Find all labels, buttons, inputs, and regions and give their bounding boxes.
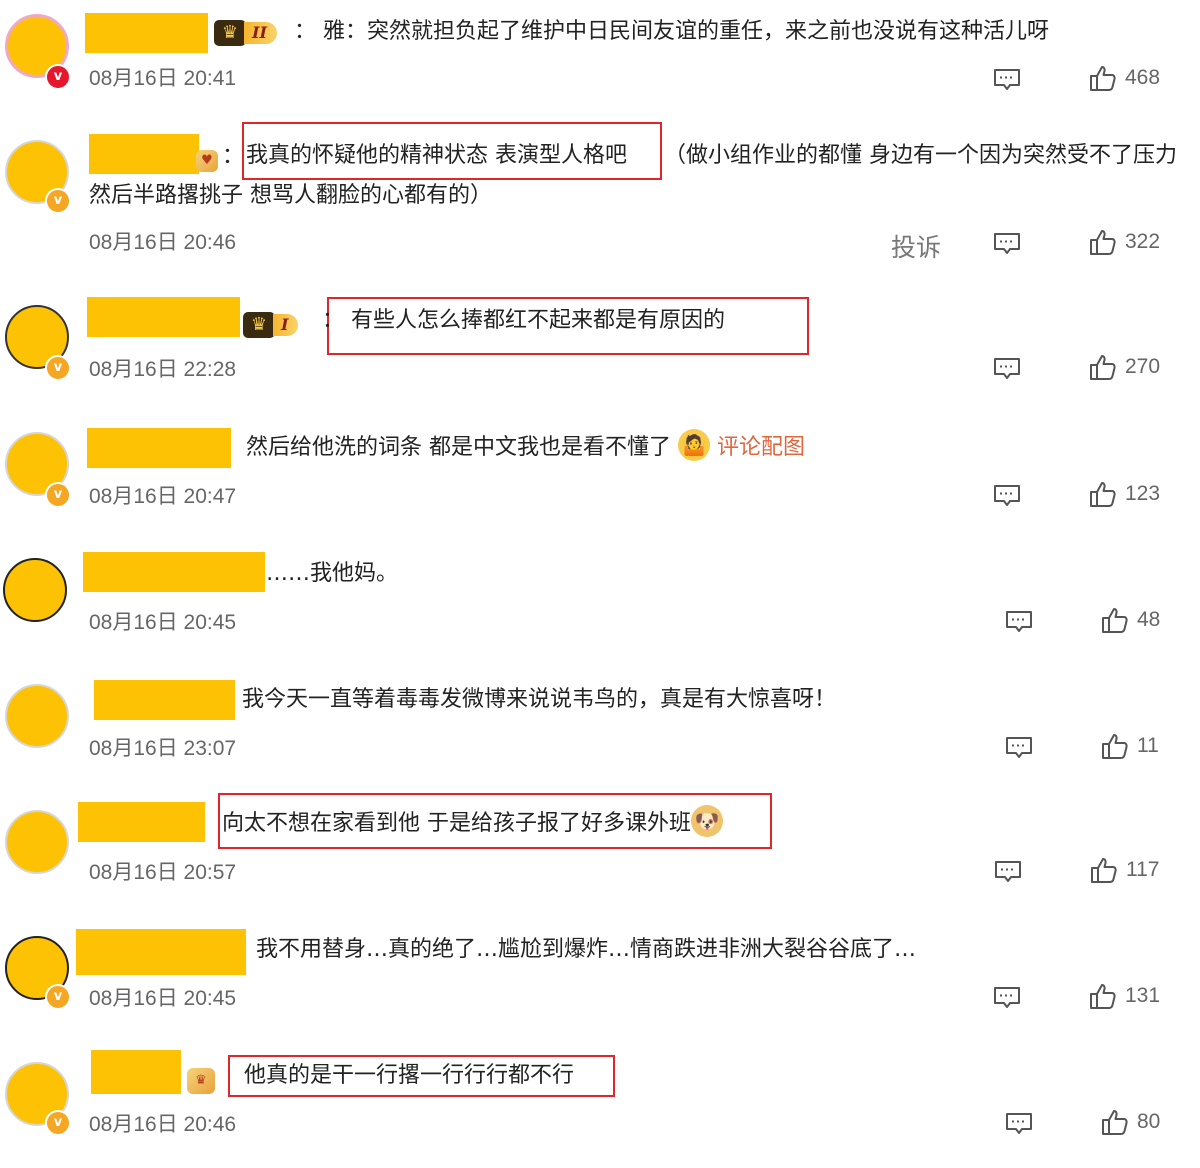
like-count: 270 — [1125, 355, 1161, 378]
timestamp: 08月16日 20:45 — [89, 987, 237, 1010]
thumbs-up-icon — [1089, 353, 1117, 381]
username-mask[interactable] — [87, 428, 231, 468]
rank-label: II — [244, 22, 277, 44]
username-mask[interactable] — [85, 13, 208, 53]
crown-icon: ♛ — [243, 312, 275, 338]
timestamp: 08月16日 22:28 — [89, 358, 237, 381]
report-link[interactable]: 投诉 — [891, 228, 941, 264]
like-button[interactable]: 117 — [1090, 856, 1159, 884]
crown-icon: ♛ — [214, 20, 246, 46]
thumbs-up-icon — [1090, 856, 1118, 884]
comment-text: 我不用替身…真的绝了…尴尬到爆炸…情商跌进非洲大裂谷谷底了… — [256, 937, 917, 962]
comment-item: v ♛ II ： 雅：突然就担负起了维护中日民间友谊的重任，来之前也没说有这种活… — [0, 0, 1200, 126]
thumbs-up-icon — [1089, 64, 1117, 92]
comment-bubble-icon[interactable] — [1005, 610, 1033, 634]
comment-bubble-icon[interactable] — [993, 232, 1021, 256]
verified-v-icon: v — [45, 188, 71, 214]
comment-item: v ♥ ： 我真的怀疑他的精神状态 表演型人格吧 （做小组作业的都懂 身边有一个… — [0, 120, 1200, 280]
thumbs-up-icon — [1089, 228, 1117, 256]
avatar[interactable] — [5, 810, 69, 874]
like-button[interactable]: 270 — [1089, 353, 1160, 381]
thumbs-up-icon — [1101, 606, 1129, 634]
comment-bubble-icon[interactable] — [1005, 1112, 1033, 1136]
username-mask[interactable] — [94, 680, 235, 720]
comment-body: 向太不想在家看到他 于是给孩子报了好多课外班 — [222, 811, 691, 836]
comment-text: ： 有些人怎么捧都红不起来都是有原因的 — [322, 308, 725, 333]
comment-text: 我今天一直等着毒毒发微博来说说韦鸟的，真是有大惊喜呀！ — [242, 687, 837, 712]
avatar[interactable] — [3, 558, 67, 622]
vip-rank-badge: ♛ II — [214, 18, 277, 48]
username-mask[interactable] — [91, 1050, 181, 1094]
comment-bubble-icon[interactable] — [993, 68, 1021, 92]
like-count: 48 — [1137, 608, 1161, 631]
thumbs-up-icon — [1101, 1108, 1129, 1136]
like-button[interactable]: 11 — [1101, 732, 1159, 760]
comment-text: ……我他妈。 — [266, 561, 399, 586]
avatar[interactable] — [5, 684, 69, 748]
like-count: 80 — [1137, 1110, 1161, 1133]
comment-bubble-icon[interactable] — [993, 484, 1021, 508]
comment-text: 他真的是干一行撂一行行行都不行 — [244, 1063, 575, 1088]
timestamp: 08月16日 20:46 — [89, 231, 237, 254]
like-button[interactable]: 48 — [1101, 606, 1160, 634]
comment-text: 然后给他洗的词条 都是中文我也是看不懂了 🤷 评论配图 — [246, 428, 805, 468]
thumbs-up-icon — [1089, 982, 1117, 1010]
comment-item: v 我不用替身…真的绝了…尴尬到爆炸…情商跌进非洲大裂谷谷底了… 08月16日 … — [0, 916, 1200, 1042]
comment-item: 我今天一直等着毒毒发微博来说说韦鸟的，真是有大惊喜呀！ 08月16日 23:07… — [0, 664, 1200, 790]
comment-body: 然后给他洗的词条 都是中文我也是看不懂了 — [246, 435, 671, 460]
verified-v-icon: v — [45, 482, 71, 508]
like-count: 468 — [1125, 66, 1161, 89]
comment-text: 向太不想在家看到他 于是给孩子报了好多课外班 🐶 — [222, 804, 723, 844]
thumbs-up-icon — [1101, 732, 1129, 760]
username-mask[interactable] — [76, 929, 246, 975]
like-count: 131 — [1125, 984, 1161, 1007]
comment-text: ： 雅：突然就担负起了维护中日民间友谊的重任，来之前也没说有这种活儿呀 — [294, 19, 1049, 44]
timestamp: 08月16日 20:45 — [89, 611, 237, 634]
like-count: 123 — [1125, 482, 1161, 505]
like-button[interactable]: 322 — [1089, 228, 1160, 256]
timestamp: 08月16日 20:47 — [89, 485, 237, 508]
comment-item: 向太不想在家看到他 于是给孩子报了好多课外班 🐶 08月16日 20:57 117 — [0, 790, 1200, 916]
timestamp: 08月16日 20:41 — [89, 67, 237, 90]
comment-item: v 然后给他洗的词条 都是中文我也是看不懂了 🤷 评论配图 08月16日 20:… — [0, 412, 1200, 538]
like-button[interactable]: 80 — [1101, 1108, 1160, 1136]
verified-v-icon: v — [45, 64, 71, 90]
comment-text: （做小组作业的都懂 身边有一个因为突然受不了压力然后半路撂挑子 想骂人翻脸的心都… — [89, 143, 1177, 208]
like-button[interactable]: 468 — [1089, 64, 1160, 92]
comment-bubble-icon[interactable] — [993, 357, 1021, 381]
comment-image-link[interactable]: 评论配图 — [717, 435, 805, 460]
doge-emoji-icon: 🐶 — [691, 805, 723, 837]
like-count: 117 — [1126, 858, 1160, 881]
gift-badge-icon: ♛ — [187, 1068, 215, 1094]
comment-item: v ♛ I ： 有些人怎么捧都红不起来都是有原因的 08月16日 22:28 2… — [0, 285, 1200, 411]
like-button[interactable]: 131 — [1089, 982, 1160, 1010]
timestamp: 08月16日 20:57 — [89, 861, 237, 884]
thumbs-up-icon — [1089, 480, 1117, 508]
comment-bubble-icon[interactable] — [993, 986, 1021, 1010]
timestamp: 08月16日 20:46 — [89, 1113, 237, 1136]
like-count: 322 — [1125, 230, 1161, 253]
comment-bubble-icon[interactable] — [1005, 736, 1033, 760]
username-mask[interactable] — [83, 552, 265, 592]
comment-item: v ♛ 他真的是干一行撂一行行行都不行 08月16日 20:46 80 — [0, 1042, 1200, 1168]
username-mask[interactable] — [78, 802, 205, 842]
username-mask[interactable] — [87, 297, 240, 337]
comment-bubble-icon[interactable] — [994, 860, 1022, 884]
verified-v-icon: v — [45, 984, 71, 1010]
verified-v-icon: v — [45, 1110, 71, 1136]
rank-label: I — [273, 314, 299, 336]
verified-v-icon: v — [45, 355, 71, 381]
timestamp: 08月16日 23:07 — [89, 737, 237, 760]
comment-item: ……我他妈。 08月16日 20:45 48 — [0, 538, 1200, 664]
like-button[interactable]: 123 — [1089, 480, 1160, 508]
like-count: 11 — [1137, 734, 1159, 757]
shrug-emoji-icon: 🤷 — [678, 429, 710, 461]
vip-rank-badge: ♛ I — [243, 310, 299, 340]
